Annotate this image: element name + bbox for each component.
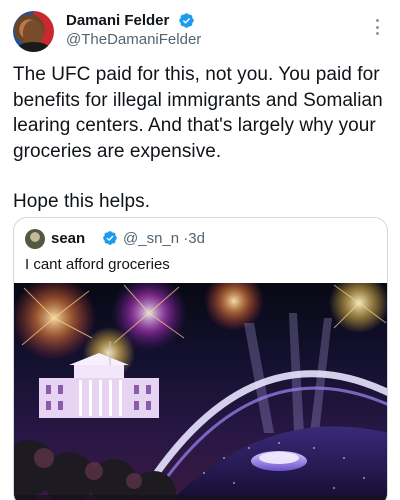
avatar-shirt bbox=[17, 42, 50, 52]
author-avatar[interactable] bbox=[13, 11, 54, 52]
quoted-tweet-text: I cant afford groceries bbox=[25, 256, 170, 273]
quoted-tweet[interactable]: sean @_sn_n ·3d I cant afford groceries bbox=[13, 217, 388, 500]
verified-badge-icon bbox=[103, 231, 117, 245]
quoted-media-image[interactable] bbox=[14, 271, 387, 500]
quoted-author-handle[interactable]: @_sn_n bbox=[123, 230, 179, 247]
verified-badge-icon bbox=[179, 13, 194, 28]
tweet-paragraph: Hope this helps. bbox=[13, 191, 151, 212]
quoted-handle-time: @_sn_n ·3d bbox=[123, 230, 205, 247]
fireworks-white-house-image bbox=[14, 271, 387, 500]
tweet-text: The UFC paid for this, not you. You paid… bbox=[13, 62, 388, 215]
tweet-paragraph: The UFC paid for this, not you. You paid… bbox=[13, 64, 383, 162]
quoted-timestamp[interactable]: 3d bbox=[188, 230, 205, 247]
author-name[interactable]: Damani Felder bbox=[66, 12, 169, 29]
author-handle[interactable]: @TheDamaniFelder bbox=[66, 31, 201, 48]
more-options-icon[interactable] bbox=[368, 16, 386, 38]
quoted-author-avatar[interactable] bbox=[25, 229, 45, 249]
quoted-author-name[interactable]: sean bbox=[51, 230, 85, 247]
